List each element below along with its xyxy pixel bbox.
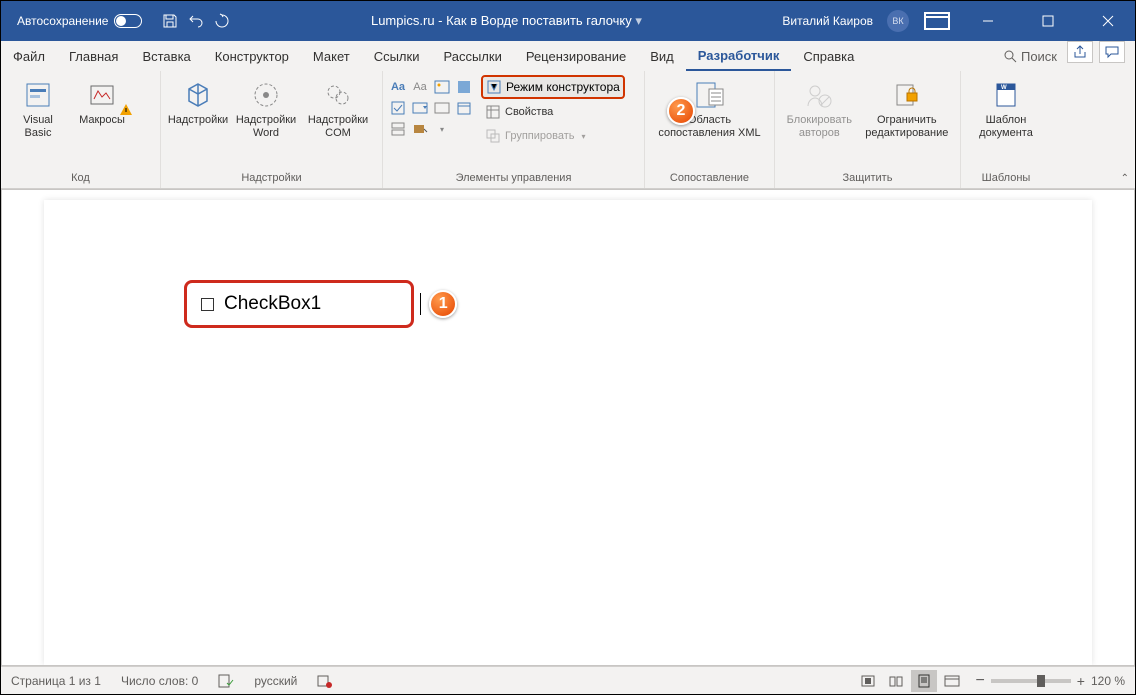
plaintext-control-icon[interactable]: Aa [411, 78, 429, 96]
user-name[interactable]: Виталий Каиров [782, 14, 873, 28]
zoom-level[interactable]: 120 % [1091, 674, 1125, 688]
checkbox-control-icon[interactable] [389, 99, 407, 117]
autosave-toggle[interactable]: Автосохранение [17, 14, 142, 28]
addins-button[interactable]: Надстройки [167, 75, 229, 129]
tab-review[interactable]: Рецензирование [514, 41, 638, 71]
macros-icon [86, 79, 118, 111]
checkbox-icon[interactable] [201, 298, 214, 311]
activex-checkbox-control[interactable]: CheckBox1 [184, 280, 414, 328]
word-addins-button[interactable]: Надстройки Word [231, 75, 301, 142]
datepicker-control-icon[interactable] [455, 99, 473, 117]
tab-home[interactable]: Главная [57, 41, 130, 71]
group-icon [485, 128, 501, 144]
combobox-control-icon[interactable] [411, 99, 429, 117]
group-controls-label: Элементы управления [389, 172, 638, 186]
close-button[interactable] [1085, 1, 1131, 41]
properties-button[interactable]: Свойства [481, 101, 625, 123]
buildingblock-control-icon[interactable] [455, 78, 473, 96]
picture-control-icon[interactable] [433, 78, 451, 96]
document-template-button[interactable]: W Шаблон документа [967, 75, 1045, 142]
search-box[interactable]: Поиск [1003, 41, 1067, 71]
view-focus-icon[interactable] [855, 670, 881, 692]
dropdown-control-icon[interactable] [433, 99, 451, 117]
visual-basic-button[interactable]: Visual Basic [7, 75, 69, 142]
autosave-label: Автосохранение [17, 14, 108, 28]
save-icon[interactable] [162, 13, 178, 29]
title-bar: Автосохранение Lumpics.ru - Как в Ворде … [1, 1, 1135, 41]
zoom-out-button[interactable]: − [975, 672, 984, 690]
status-page[interactable]: Страница 1 из 1 [1, 674, 111, 688]
view-read-icon[interactable] [883, 670, 909, 692]
tab-layout[interactable]: Макет [301, 41, 362, 71]
share-button[interactable] [1067, 41, 1093, 63]
document-title: Lumpics.ru - Как в Ворде поставить галоч… [230, 13, 782, 29]
toggle-off-icon[interactable] [114, 14, 142, 28]
restrict-editing-button[interactable]: Ограничить редактирование [860, 75, 954, 142]
status-word-count[interactable]: Число слов: 0 [111, 674, 208, 688]
ribbon: Visual Basic Макросы Код Надстройки Надс… [1, 71, 1135, 189]
word-addins-icon [250, 79, 282, 111]
repeating-control-icon[interactable] [389, 120, 407, 138]
document-area[interactable]: CheckBox1 1 [1, 189, 1135, 666]
document-template-icon: W [990, 79, 1022, 111]
tab-insert[interactable]: Вставка [130, 41, 202, 71]
com-addins-button[interactable]: Надстройки COM [303, 75, 373, 142]
tab-file[interactable]: Файл [1, 41, 57, 71]
group-mapping-label: Сопоставление [651, 172, 768, 186]
com-addins-icon [322, 79, 354, 111]
checkbox-label: CheckBox1 [224, 293, 321, 315]
tab-references[interactable]: Ссылки [362, 41, 432, 71]
zoom-slider[interactable] [991, 679, 1071, 683]
group-templates-label: Шаблоны [967, 172, 1045, 186]
collapse-ribbon-icon[interactable]: ⌃ [1121, 173, 1129, 184]
svg-text:W: W [1001, 85, 1007, 91]
callout-badge-2: 2 [667, 97, 695, 125]
design-mode-icon [486, 79, 502, 95]
zoom-in-button[interactable]: + [1077, 673, 1085, 689]
richtext-control-icon[interactable]: Aa [389, 78, 407, 96]
tab-mailings[interactable]: Рассылки [431, 41, 513, 71]
status-macro-recording[interactable] [307, 673, 343, 689]
text-cursor [420, 293, 421, 315]
status-bar: Страница 1 из 1 Число слов: 0 русский − … [1, 666, 1135, 694]
maximize-button[interactable] [1025, 1, 1071, 41]
ribbon-tabs: Файл Главная Вставка Конструктор Макет С… [1, 41, 1135, 71]
search-label: Поиск [1021, 49, 1057, 64]
properties-icon [485, 104, 501, 120]
group-code-label: Код [7, 172, 154, 186]
document-page[interactable]: CheckBox1 1 [44, 200, 1092, 665]
xml-mapping-icon [694, 79, 726, 111]
restrict-editing-icon [891, 79, 923, 111]
status-language[interactable]: русский [244, 674, 307, 688]
block-authors-icon [803, 79, 835, 111]
view-web-icon[interactable] [939, 670, 965, 692]
ribbon-display-options-icon[interactable] [923, 7, 951, 35]
undo-icon[interactable] [188, 13, 204, 29]
macros-button[interactable]: Макросы [71, 75, 133, 129]
status-spellcheck[interactable] [208, 673, 244, 689]
block-authors-button: Блокировать авторов [781, 75, 858, 142]
visual-basic-icon [22, 79, 54, 111]
view-print-icon[interactable] [911, 670, 937, 692]
minimize-button[interactable] [965, 1, 1011, 41]
tab-design[interactable]: Конструктор [203, 41, 301, 71]
design-mode-button[interactable]: Режим конструктора [481, 75, 625, 99]
tab-view[interactable]: Вид [638, 41, 686, 71]
group-protect-label: Защитить [781, 172, 954, 186]
legacy-tools-icon[interactable] [411, 120, 429, 138]
comments-button[interactable] [1099, 41, 1125, 63]
group-button: Группировать ▾ [481, 125, 625, 147]
tab-developer[interactable]: Разработчик [686, 41, 792, 71]
controls-gallery[interactable]: Aa Aa ▾ [389, 75, 473, 138]
user-avatar[interactable]: ВК [887, 10, 909, 32]
callout-badge-1: 1 [429, 290, 457, 318]
group-addins-label: Надстройки [167, 172, 376, 186]
addins-icon [182, 79, 214, 111]
tab-help[interactable]: Справка [791, 41, 866, 71]
redo-icon[interactable] [214, 13, 230, 29]
